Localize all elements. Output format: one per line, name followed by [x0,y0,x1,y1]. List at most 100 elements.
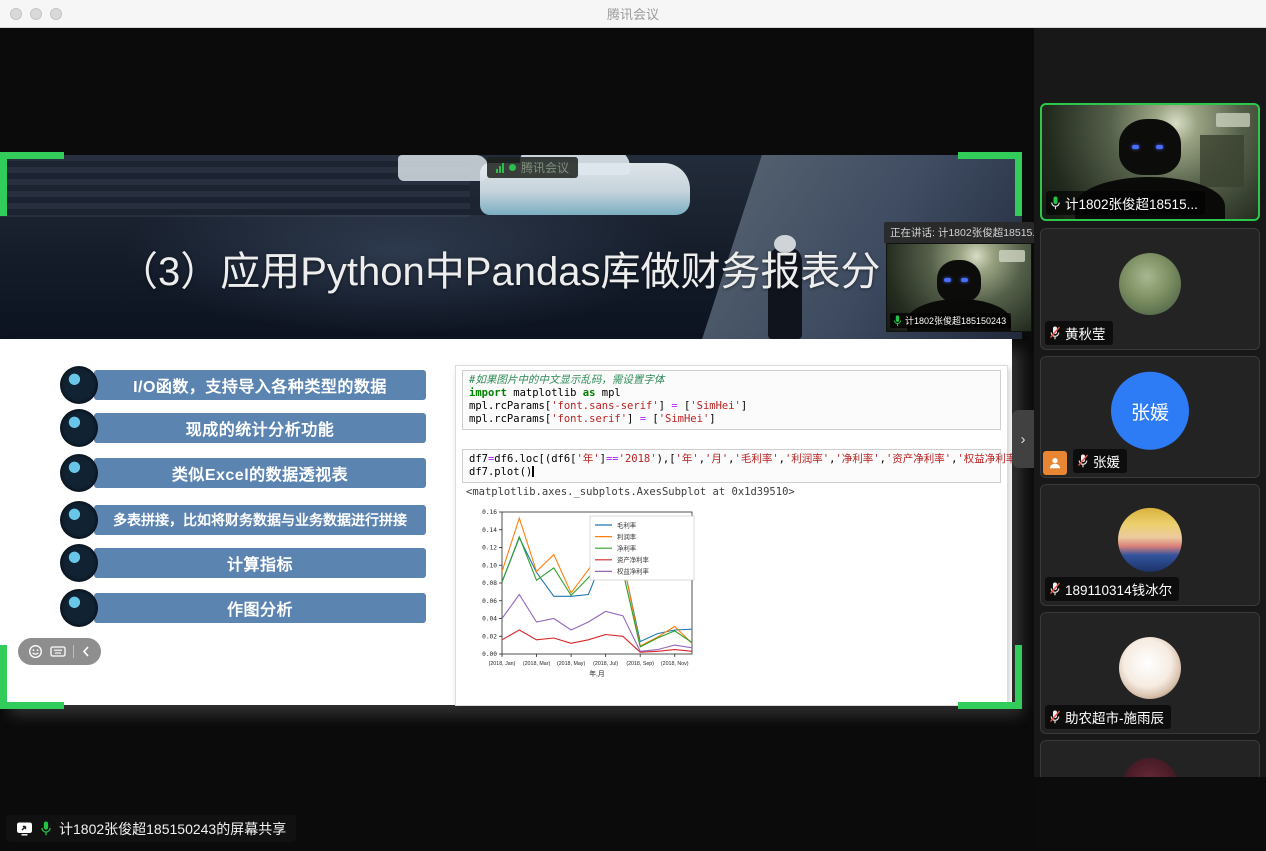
cell-output-repr: <matplotlib.axes._subplots.AxesSubplot a… [466,486,795,498]
bullet-row: 计算指标 [0,548,440,586]
meeting-watermark: 腾讯会议 [487,157,578,178]
bullet-row: 类似Excel的数据透视表 [0,458,440,496]
code-cell-plot: df7=df6.loc[(df6['年']=='2018'),['年','月',… [462,449,1001,483]
participant-name: 黄秋莹 [1045,321,1113,345]
globe-icon [60,454,98,492]
share-border-corner [958,702,1022,709]
svg-text:净利率: 净利率 [617,544,637,553]
keyboard-icon [50,645,66,659]
output-chart: 0.00 0.02 0.04 0.06 0.08 0.10 0.12 0.14 0.16 (201… [464,504,714,700]
mic-muted-icon [1077,454,1089,468]
mic-on-icon [1050,196,1061,210]
mic-on-icon [893,315,902,327]
bullet-label: 多表拼接，比如将财务数据与业务数据进行拼接 [94,505,426,535]
avatar [1118,508,1182,572]
participant-tile[interactable]: 189110314钱冰尔 [1040,484,1260,606]
quick-reaction-bar [18,638,101,665]
svg-text:0.08: 0.08 [482,580,497,587]
globe-icon [60,589,98,627]
emoji-button[interactable] [28,644,43,659]
person-icon [1048,456,1062,470]
avatar [1119,253,1181,315]
bullet-label: 计算指标 [94,548,426,578]
svg-text:(2018, May): (2018, May) [557,661,585,667]
svg-text:年,月: 年,月 [589,669,604,678]
mic-on-icon [40,821,52,836]
participant-name: 计1802张俊超18515... [1046,191,1205,215]
svg-text:0.00: 0.00 [482,651,497,658]
small-boat-shape [398,155,488,181]
svg-text:(2018, Jan): (2018, Jan) [489,661,516,667]
globe-icon [60,409,98,447]
signal-bars-icon [496,163,504,173]
svg-text:毛利率: 毛利率 [617,520,637,529]
code-cell-font-setup: #如果图片中的中文显示乱码，需设置字体import matplotlib as … [462,370,1001,430]
bullet-row: 多表拼接，比如将财务数据与业务数据进行拼接 [0,505,440,543]
collapse-reactions-button[interactable] [81,645,91,658]
participant-tile[interactable]: 张媛 张媛 [1040,356,1260,478]
ac-unit-shape [1216,113,1250,127]
bullet-label: 作图分析 [94,593,426,623]
globe-icon [60,544,98,582]
participant-tile[interactable]: 计1802张俊超18515... [1040,103,1260,221]
window-shape [1200,135,1244,187]
window-title: 腾讯会议 [0,4,1266,23]
participant-name: 189110314钱冰尔 [1045,577,1179,601]
person-silhouette [1119,119,1181,175]
chat-button[interactable] [50,645,66,659]
svg-text:0.12: 0.12 [482,545,497,552]
svg-text:权益净利率: 权益净利率 [617,567,650,576]
ac-unit-shape [999,250,1025,262]
svg-text:0.14: 0.14 [482,527,497,534]
avatar [1119,637,1181,699]
bullet-row: I/O函数，支持导入各种类型的数据 [0,370,440,408]
participant-name: 助农超市-施雨辰 [1045,705,1171,729]
self-video-name: 计1802张俊超185150243 [890,313,1011,328]
svg-text:0.04: 0.04 [482,616,497,623]
chevron-right-icon: › [1021,431,1026,448]
svg-text:(2018, Sep): (2018, Sep) [626,661,654,667]
svg-text:0.06: 0.06 [482,598,497,605]
svg-text:0.16: 0.16 [482,509,497,516]
bullet-label: 类似Excel的数据透视表 [94,458,426,488]
window-titlebar: 腾讯会议 [0,0,1266,28]
globe-icon [60,366,98,404]
sidebar-collapse-handle[interactable]: › [1012,410,1034,468]
jupyter-screenshot: #如果图片中的中文显示乱码，需设置字体import matplotlib as … [455,365,1008,706]
mic-muted-icon [1049,326,1061,340]
svg-text:资产净利率: 资产净利率 [617,555,650,564]
recording-dot-icon [509,164,516,171]
share-border-corner [958,152,1022,159]
bullet-row: 现成的统计分析功能 [0,413,440,451]
avatar: 张媛 [1111,372,1189,450]
svg-text:0.02: 0.02 [482,633,497,640]
bullet-row: 作图分析 [0,593,440,631]
share-status-text: 计1802张俊超185150243的屏幕共享 [59,819,286,839]
banner-photo: 腾讯会议 （3）应用Python中Pandas库做财务报表分 [0,155,1022,339]
mic-muted-icon [1049,582,1061,596]
member-badge [1043,451,1067,475]
shared-screen-area: 腾讯会议 （3）应用Python中Pandas库做财务报表分 I/O函数，支持导… [0,28,1034,851]
share-border-corner [0,152,64,159]
svg-text:利润率: 利润率 [617,532,637,541]
screen-share-icon [16,821,33,836]
participant-tile[interactable]: 黄秋莹 [1040,228,1260,350]
bullet-label: 现成的统计分析功能 [94,413,426,443]
participants-sidebar: 计1802张俊超18515... 黄秋莹 张媛 [1034,28,1266,851]
participant-tile[interactable]: 助农超市-施雨辰 [1040,612,1260,734]
mic-muted-icon [1049,710,1061,724]
globe-icon [60,501,98,539]
speaking-indicator: 正在讲话: 计1802张俊超18515... [884,222,1034,243]
self-video-thumbnail[interactable]: 计1802张俊超185150243 [886,243,1032,332]
svg-text:(2018, Nov): (2018, Nov) [661,661,689,667]
smiley-icon [28,644,43,659]
share-border-corner [0,702,64,709]
svg-text:0.10: 0.10 [482,562,497,569]
slide-title: （3）应用Python中Pandas库做财务报表分 [118,239,880,297]
participant-name: 张媛 [1073,449,1127,473]
svg-text:(2018, Mar): (2018, Mar) [523,661,551,667]
svg-text:(2018, Jul): (2018, Jul) [593,661,618,667]
bullet-label: I/O函数，支持导入各种类型的数据 [94,370,426,400]
chevron-left-icon [81,645,91,658]
screen-share-statusbar: 计1802张俊超185150243的屏幕共享 [6,815,296,842]
